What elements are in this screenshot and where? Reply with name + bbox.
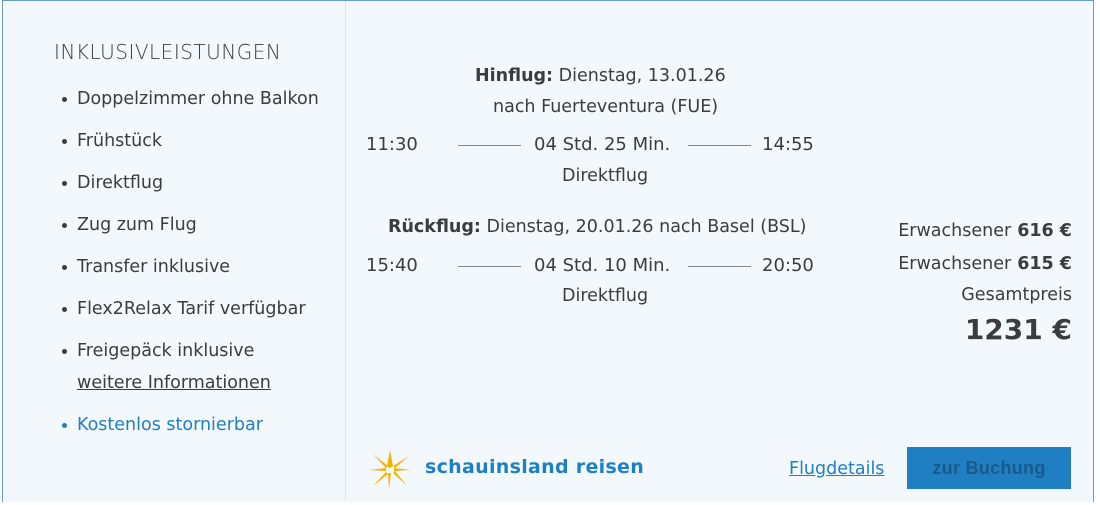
- more-info-link[interactable]: weitere Informationen: [77, 367, 332, 399]
- total-price-label: Gesamtpreis: [961, 285, 1072, 305]
- inclusion-item: Direktflug: [62, 167, 332, 199]
- outbound-date: Dienstag, 13.01.26: [558, 66, 726, 86]
- return-line-left: [458, 266, 521, 267]
- outbound-label: Hinflug:: [475, 66, 554, 86]
- inclusion-item: Transfer inklusive: [62, 251, 332, 283]
- sun-logo-icon: [369, 450, 411, 490]
- inclusions-list: Doppelzimmer ohne Balkon Frühstück Direk…: [62, 83, 332, 451]
- price-value: 615 €: [1017, 254, 1072, 274]
- inclusion-item: Flex2Relax Tarif verfügbar: [62, 293, 332, 325]
- free-cancellation-item: Kostenlos stornierbar: [62, 409, 332, 441]
- flight-details-link[interactable]: Flugdetails: [789, 459, 884, 479]
- return-heading: Rückflug: Dienstag, 20.01.26 nach Basel …: [388, 217, 806, 237]
- outbound-heading: Hinflug: Dienstag, 13.01.26: [475, 66, 726, 86]
- price-row-adult-2: Erwachsener 615 €: [898, 254, 1072, 274]
- outbound-destination: nach Fuerteventura (FUE): [493, 97, 719, 117]
- price-value: 616 €: [1017, 221, 1072, 241]
- return-arrival-time: 20:50: [762, 255, 814, 276]
- inclusion-item-label: Freigepäck inklusive: [77, 341, 255, 361]
- return-label: Rückflug:: [388, 217, 481, 237]
- price-row-adult-1: Erwachsener 616 €: [898, 221, 1072, 241]
- outbound-arrival-time: 14:55: [762, 134, 814, 155]
- total-price: 1231 €: [964, 313, 1072, 346]
- outbound-duration: 04 Std. 25 Min.: [534, 134, 671, 155]
- outbound-line-left: [458, 145, 521, 146]
- inclusion-item: Zug zum Flug: [62, 209, 332, 241]
- return-flight-type: Direktflug: [562, 286, 649, 306]
- return-date-destination: Dienstag, 20.01.26 nach Basel (BSL): [486, 217, 807, 237]
- inclusion-item: Frühstück: [62, 125, 332, 157]
- return-departure-time: 15:40: [366, 255, 418, 276]
- brand-name: schauinsland reisen: [425, 456, 645, 478]
- return-line-right: [688, 266, 751, 267]
- inclusion-item: Doppelzimmer ohne Balkon: [62, 83, 332, 115]
- outbound-flight-type: Direktflug: [562, 166, 649, 186]
- return-duration: 04 Std. 10 Min.: [534, 255, 671, 276]
- outbound-line-right: [688, 145, 751, 146]
- price-label: Erwachsener: [898, 221, 1012, 241]
- inclusion-item-baggage: Freigepäck inklusive weitere Information…: [62, 335, 332, 399]
- inclusions-panel: INKLUSIVLEISTUNGEN Doppelzimmer ohne Bal…: [3, 1, 346, 501]
- book-button[interactable]: zur Buchung: [907, 447, 1071, 489]
- inclusions-title: INKLUSIVLEISTUNGEN: [54, 40, 282, 64]
- outbound-departure-time: 11:30: [366, 134, 418, 155]
- price-label: Erwachsener: [898, 254, 1012, 274]
